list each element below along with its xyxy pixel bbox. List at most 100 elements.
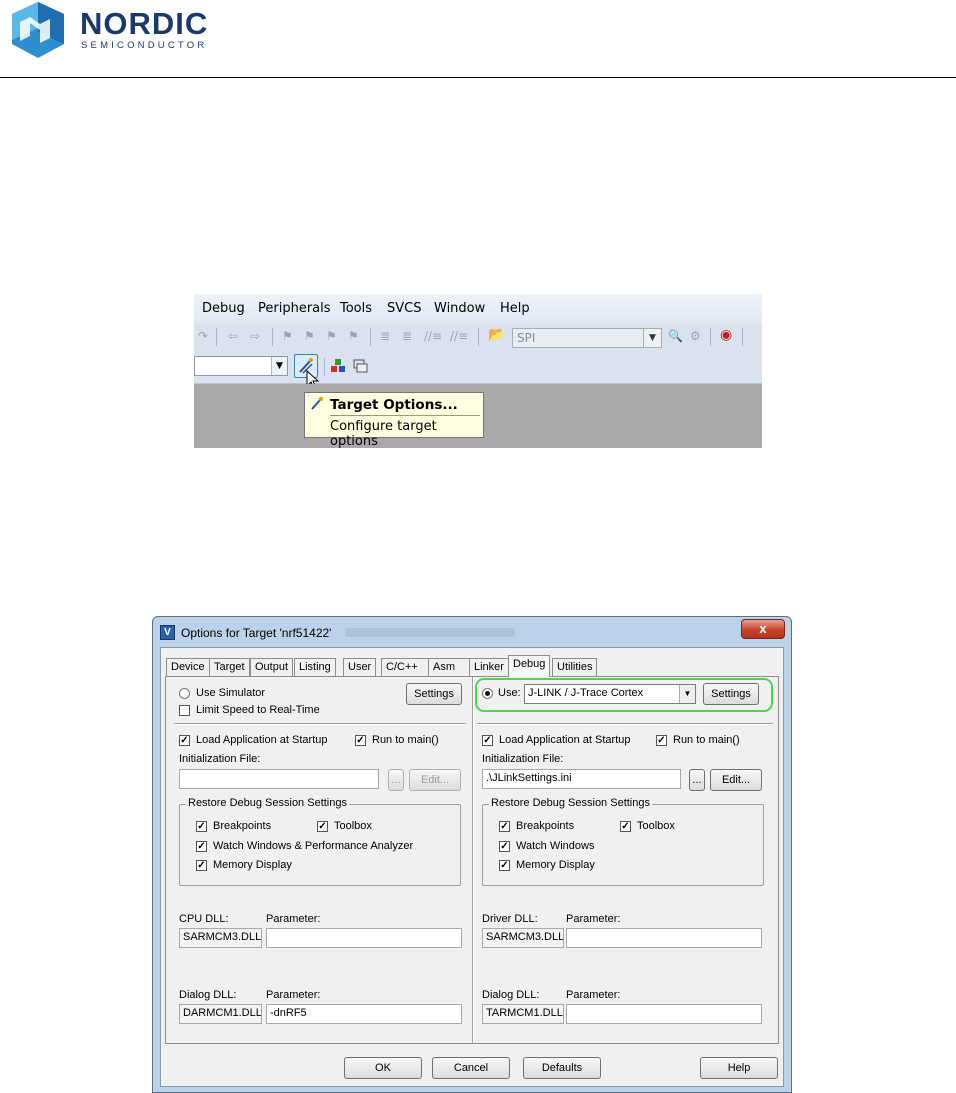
uncomment-icon[interactable]: //≡ (450, 329, 468, 343)
memory-display-checkbox[interactable]: ✓ (196, 860, 207, 871)
tab-user[interactable]: User (343, 658, 377, 676)
incremental-find-icon[interactable]: ⚙ (690, 329, 701, 343)
header-divider (0, 77, 956, 78)
watch-windows-checkbox[interactable]: ✓ (196, 841, 207, 852)
debug-session-icon[interactable]: ◉ (720, 327, 732, 343)
menu-svcs[interactable]: SVCS (387, 301, 421, 316)
manage-icon[interactable] (352, 358, 368, 374)
right-load-app-checkbox[interactable]: ✓ (482, 735, 493, 746)
brand-subtitle: SEMICONDUCTOR (81, 40, 208, 51)
cpu-parameter-input[interactable] (266, 928, 462, 948)
menu-debug[interactable]: Debug (202, 301, 245, 316)
simulator-settings-button[interactable]: Settings (406, 683, 462, 705)
redo-icon[interactable]: ↷ (198, 329, 208, 343)
use-label: Use: (498, 687, 521, 699)
load-app-checkbox[interactable]: ✓ (179, 735, 190, 746)
right-browse-button[interactable]: ... (689, 769, 705, 791)
menu-help[interactable]: Help (500, 301, 530, 316)
debugger-select[interactable]: J-LINK / J-Trace Cortex ▼ (524, 684, 696, 704)
browse-button[interactable]: ... (388, 769, 404, 791)
ok-button[interactable]: OK (344, 1057, 422, 1079)
driver-dll-label: Driver DLL: (482, 913, 538, 925)
close-button[interactable]: x (741, 619, 785, 639)
tab-c-cpp[interactable]: C/C++ (381, 658, 435, 676)
target-options-tooltip: Target Options... Configure target optio… (304, 392, 484, 448)
chevron-down-icon[interactable]: ▼ (679, 685, 695, 703)
toolbar-screenshot: Debug Peripherals Tools SVCS Window Help… (194, 294, 762, 448)
dialog-dll-input[interactable]: DARMCM1.DLL (179, 1004, 262, 1024)
tab-device[interactable]: Device (166, 658, 210, 676)
limit-speed-checkbox[interactable] (179, 705, 190, 716)
tab-asm[interactable]: Asm (428, 658, 470, 676)
tab-linker[interactable]: Linker (469, 658, 509, 676)
run-to-main-label: Run to main() (372, 734, 439, 746)
right-dialog-parameter-input[interactable] (566, 1004, 762, 1024)
menu-peripherals[interactable]: Peripherals (258, 301, 331, 316)
toolbar-separator (324, 358, 325, 376)
tab-output[interactable]: Output (250, 658, 294, 676)
tab-utilities[interactable]: Utilities (552, 658, 598, 676)
toolbar-separator (370, 328, 371, 346)
debugger-settings-button[interactable]: Settings (703, 683, 759, 705)
use-debugger-radio[interactable] (482, 688, 493, 699)
brand-name: NORDIC (80, 6, 209, 41)
defaults-button[interactable]: Defaults (523, 1057, 601, 1079)
cancel-button[interactable]: Cancel (432, 1057, 510, 1079)
toolbox-checkbox[interactable]: ✓ (317, 821, 328, 832)
right-breakpoints-checkbox[interactable]: ✓ (499, 821, 510, 832)
driver-dll-input[interactable]: SARMCM3.DLL (482, 928, 564, 948)
separator (174, 723, 466, 725)
help-button[interactable]: Help (700, 1057, 778, 1079)
edit-button[interactable]: Edit... (409, 769, 461, 791)
panel-divider (472, 677, 474, 1043)
tab-listing[interactable]: Listing (294, 658, 336, 676)
right-watch-windows-label: Watch Windows (516, 840, 595, 852)
debugger-select-value: J-LINK / J-Trace Cortex (528, 687, 644, 699)
indent-icon[interactable]: ≣ (380, 329, 390, 343)
restore-settings-group: Restore Debug Session Settings ✓ Breakpo… (179, 797, 461, 886)
target-combo[interactable]: SPI ▼ (512, 328, 662, 348)
right-edit-button[interactable]: Edit... (710, 769, 762, 791)
blurred-notice (345, 628, 515, 637)
chevron-down-icon[interactable]: ▼ (271, 357, 287, 375)
driver-parameter-input[interactable] (566, 928, 762, 948)
use-simulator-radio[interactable] (179, 688, 190, 699)
unindent-icon[interactable]: ≣ (402, 329, 412, 343)
right-memory-display-checkbox[interactable]: ✓ (499, 860, 510, 871)
menu-window[interactable]: Window (434, 301, 485, 316)
back-icon[interactable]: ⇦ (228, 329, 238, 343)
run-to-main-checkbox[interactable]: ✓ (355, 735, 366, 746)
right-run-to-main-label: Run to main() (673, 734, 740, 746)
right-dialog-dll-input[interactable]: TARMCM1.DLL (482, 1004, 564, 1024)
bookmark-next-icon[interactable]: ⚑ (326, 329, 337, 343)
bookmark-icon[interactable]: ⚑ (282, 329, 293, 343)
right-toolbox-checkbox[interactable]: ✓ (620, 821, 631, 832)
breakpoints-label: Breakpoints (213, 820, 272, 832)
menu-tools[interactable]: Tools (340, 301, 372, 316)
tab-target[interactable]: Target (209, 658, 250, 676)
forward-icon[interactable]: ⇨ (250, 329, 260, 343)
toolbar-separator (742, 328, 743, 346)
load-icon[interactable] (330, 358, 346, 374)
comment-icon[interactable]: //≡ (424, 329, 442, 343)
right-init-file-input[interactable]: .\JLinkSettings.ini (482, 769, 681, 789)
dialog-parameter-label: Parameter: (266, 989, 321, 1001)
right-run-to-main-checkbox[interactable]: ✓ (656, 735, 667, 746)
tooltip-description: Configure target options (330, 419, 437, 448)
breakpoints-checkbox[interactable]: ✓ (196, 821, 207, 832)
tab-debug[interactable]: Debug (508, 655, 551, 677)
find-in-files-icon[interactable]: 📂 (488, 327, 505, 343)
chevron-down-icon[interactable]: ▼ (643, 329, 661, 347)
cpu-parameter-label: Parameter: (266, 913, 321, 925)
right-watch-windows-checkbox[interactable]: ✓ (499, 841, 510, 852)
watch-windows-label: Watch Windows & Performance Analyzer (213, 840, 414, 852)
cpu-dll-input[interactable]: SARMCM3.DLL (179, 928, 262, 948)
target-select[interactable]: ▼ (194, 356, 288, 376)
dialog-titlebar: V Options for Target 'nrf51422' x (153, 617, 791, 647)
bookmark-prev-icon[interactable]: ⚑ (304, 329, 315, 343)
init-file-input[interactable] (179, 769, 379, 789)
find-icon[interactable]: 🔍 (668, 329, 683, 343)
dialog-parameter-input[interactable]: -dnRF5 (266, 1004, 462, 1024)
toolbar-separator (216, 328, 217, 346)
bookmark-clear-icon[interactable]: ⚑ (348, 329, 359, 343)
